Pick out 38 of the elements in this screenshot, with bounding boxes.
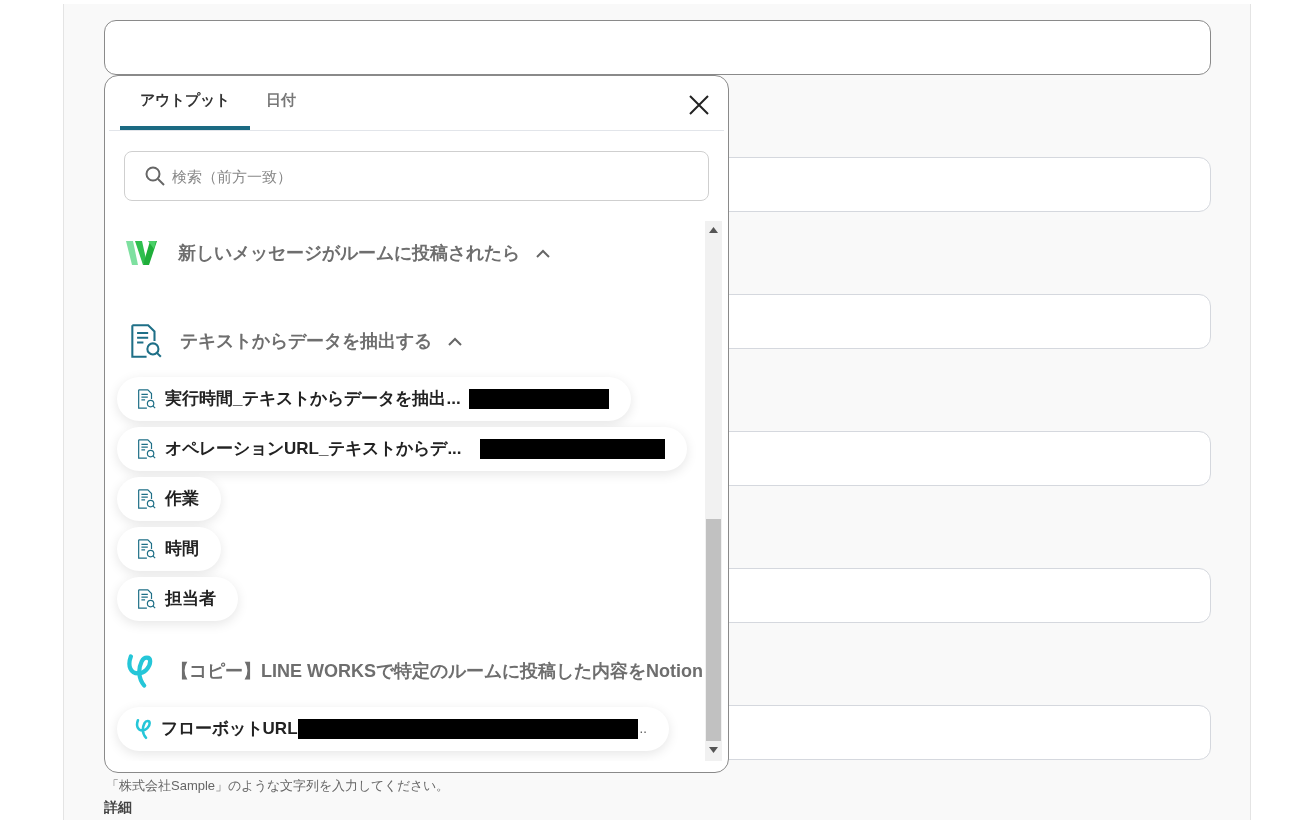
scroll-down-icon[interactable] <box>709 747 718 753</box>
output-item[interactable]: 担当者 <box>117 577 238 621</box>
group-title: テキストからデータを抽出する <box>180 329 432 353</box>
chevron-up-icon[interactable] <box>448 336 462 346</box>
output-item[interactable]: 実行時間_テキストからデータを抽出... <box>117 377 631 421</box>
tab[interactable]: 日付 <box>250 76 312 130</box>
search-icon <box>145 166 165 186</box>
item-label: フローボットURL <box>160 718 298 741</box>
ellipsis-text: .. <box>639 720 647 739</box>
output-item[interactable]: フローボットURL .. <box>117 707 669 751</box>
document-search-icon <box>135 538 157 560</box>
text-field[interactable] <box>104 20 1211 75</box>
help-text: 「株式会社Sample」のような文字列を入力してください。 <box>106 778 451 794</box>
item-label: 作業 <box>165 488 199 511</box>
document-search-icon <box>135 588 157 610</box>
document-search-icon <box>135 488 157 510</box>
item-label: 担当者 <box>165 588 216 611</box>
document-search-icon <box>135 438 157 460</box>
search-field[interactable]: 検索（前方一致） <box>124 151 709 201</box>
scroll-thumb[interactable] <box>706 519 721 741</box>
tab[interactable]: アウトプット <box>120 76 250 130</box>
group-title: 【コピー】LINE WORKSで特定のルームに投稿した内容をNotion <box>171 659 703 683</box>
chevron-up-icon[interactable] <box>536 248 550 258</box>
flow-logo-icon <box>135 718 153 740</box>
output-item[interactable]: 作業 <box>117 477 221 521</box>
section-label: 詳細 <box>104 799 133 815</box>
output-item[interactable]: オペレーションURL_テキストからデ... <box>117 427 687 471</box>
document-search-icon <box>135 388 157 410</box>
scroll-up-icon[interactable] <box>709 227 718 233</box>
close-icon <box>689 95 709 115</box>
flow-logo-icon <box>126 652 155 690</box>
group-title: 新しいメッセージがルームに投稿されたら <box>178 241 520 265</box>
scrollbar[interactable] <box>705 221 722 761</box>
output-item[interactable]: 時間 <box>117 527 221 571</box>
close-button[interactable] <box>688 94 710 116</box>
item-label: 時間 <box>165 538 199 561</box>
item-label: 実行時間_テキストからデータを抽出... <box>165 388 461 411</box>
item-label: オペレーションURL_テキストからデ... <box>165 438 462 461</box>
